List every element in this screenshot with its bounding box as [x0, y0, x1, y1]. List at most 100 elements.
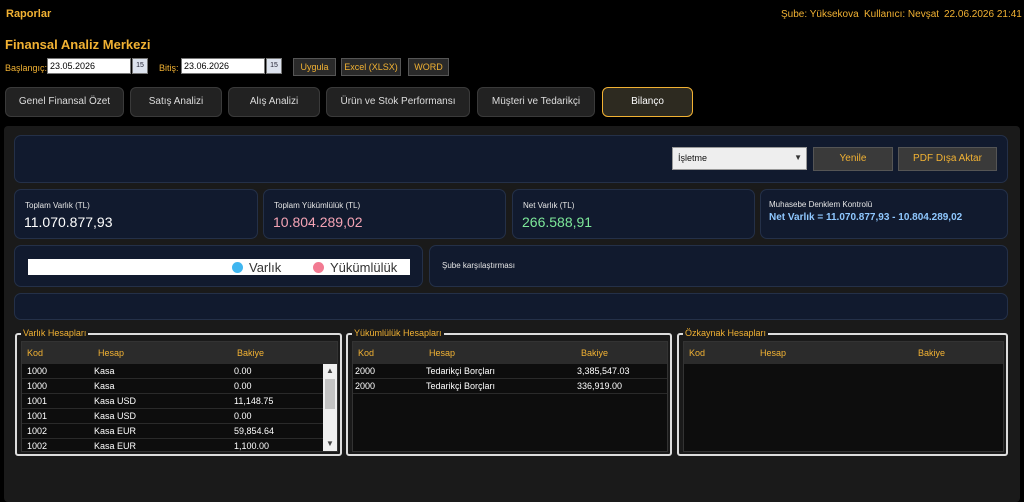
table-row[interactable]: 1002 Kasa EUR 1,100.00	[22, 439, 337, 451]
column-header-code: Kod	[27, 348, 44, 358]
cell-account: Kasa	[94, 366, 115, 376]
equity-group-title: Özkaynak Hesapları	[683, 328, 769, 339]
cell-code: 1002	[27, 426, 48, 436]
branch-compare-panel: Şube karşılaştırması	[429, 245, 1008, 287]
table-row[interactable]: 1000 Kasa 0.00	[22, 379, 337, 394]
total-liabilities-value: 10.804.289,02	[273, 214, 363, 230]
equation-check-label: Muhasebe Denklem Kontrolü	[769, 200, 873, 209]
cell-code: 1001	[27, 396, 48, 406]
kpi-card-total-liabilities: Toplam Yükümlülük (TL) 10.804.289,02	[263, 189, 506, 239]
scroll-up-arrow-icon[interactable]: ▲	[323, 364, 337, 378]
asset-legend-label: Varlık	[249, 260, 282, 275]
cell-code: 1002	[27, 441, 48, 451]
kpi-card-total-assets: Toplam Varlık (TL) 11.070.877,93	[14, 189, 258, 239]
tab-product-stock[interactable]: Ürün ve Stok Performansı	[326, 87, 470, 117]
table-row[interactable]: 1001 Kasa USD 11,148.75	[22, 394, 337, 409]
word-export-button[interactable]: WORD	[408, 58, 449, 76]
cell-balance: 11,148.75	[234, 396, 274, 406]
end-calendar-icon[interactable]: 15	[266, 58, 282, 74]
scrollbar-thumb[interactable]	[325, 379, 335, 409]
scope-select[interactable]: İşletme ▼	[672, 147, 807, 170]
app-title: Raporlar	[6, 8, 52, 20]
table-row[interactable]: 1002 Kasa EUR 59,854.64	[22, 424, 337, 439]
excel-export-button[interactable]: Excel (XLSX)	[341, 58, 401, 76]
column-header-code: Kod	[689, 348, 706, 358]
cell-code: 1000	[27, 381, 48, 391]
tab-purchase-analysis[interactable]: Alış Analizi	[228, 87, 320, 117]
column-header-balance: Bakiye	[237, 348, 265, 358]
table-header: Kod Hesap Bakiye	[353, 342, 667, 364]
table-row[interactable]: 1001 Kasa USD 0.00	[22, 409, 337, 424]
start-date-label: Başlangıç:	[5, 63, 48, 73]
equity-group: Özkaynak Hesapları Kod Hesap Bakiye	[677, 328, 1008, 456]
net-assets-value: 266.588,91	[522, 214, 593, 230]
cell-account: Tedarikçi Borçları	[426, 381, 496, 391]
assets-group: Varlık Hesapları Kod Hesap Bakiye 1000 K…	[15, 328, 342, 456]
cell-balance: 336,919.00	[577, 381, 623, 391]
branch-info: Şube: Yüksekova	[781, 9, 859, 20]
cell-account: Kasa EUR	[94, 426, 137, 436]
tab-sales-analysis[interactable]: Satış Analizi	[130, 87, 222, 117]
cell-balance: 0.00	[234, 366, 252, 376]
net-assets-label: Net Varlık (TL)	[523, 201, 575, 210]
start-date-field[interactable]: 23.05.2026	[47, 58, 131, 74]
cell-account: Kasa EUR	[94, 441, 137, 451]
table-header: Kod Hesap Bakiye	[684, 342, 1003, 364]
cell-balance: 0.00	[234, 381, 252, 391]
kpi-card-net-assets: Net Varlık (TL) 266.588,91	[512, 189, 755, 239]
cell-code: 2000	[355, 381, 376, 391]
tab-general-summary[interactable]: Genel Finansal Özet	[5, 87, 124, 117]
top-bar: Raporlar Şube: Yüksekova Kullanıcı: Nevş…	[0, 0, 1024, 28]
table-row[interactable]: 2000 Tedarikçi Borçları 3,385,547.03	[353, 364, 667, 379]
column-header-code: Kod	[358, 348, 375, 358]
refresh-button[interactable]: Yenile	[813, 147, 893, 171]
cell-code: 2000	[355, 366, 376, 376]
column-header-account: Hesap	[760, 348, 787, 358]
equity-table[interactable]: Kod Hesap Bakiye	[683, 341, 1004, 452]
column-header-balance: Bakiye	[918, 348, 946, 358]
cell-code: 1000	[27, 366, 48, 376]
start-calendar-icon[interactable]: 15	[132, 58, 148, 74]
pdf-export-button[interactable]: PDF Dışa Aktar	[898, 147, 997, 171]
cell-account: Kasa USD	[94, 411, 137, 421]
kpi-card-equation-check: Muhasebe Denklem Kontrolü Net Varlık = 1…	[760, 189, 1008, 239]
scope-select-value: İşletme	[678, 153, 708, 163]
asset-legend-dot-icon	[232, 262, 243, 273]
assets-group-title: Varlık Hesapları	[21, 328, 89, 339]
table-row[interactable]: 2000 Tedarikçi Borçları 336,919.00	[353, 379, 667, 394]
total-assets-value: 11.070.877,93	[24, 214, 113, 230]
cell-account: Kasa USD	[94, 396, 137, 406]
user-info: Kullanıcı: Nevşat	[864, 9, 940, 20]
column-header-balance: Bakiye	[581, 348, 609, 358]
datetime-info: 22.06.2026 21:41	[944, 9, 1022, 20]
assets-table[interactable]: Kod Hesap Bakiye 1000 Kasa 0.00 1000 Kas…	[21, 341, 338, 452]
cell-code: 1001	[27, 411, 48, 421]
liabilities-table[interactable]: Kod Hesap Bakiye 2000 Tedarikçi Borçları…	[352, 341, 668, 452]
chart-legend: Varlık Yükümlülük	[28, 259, 410, 275]
tab-customer-supplier[interactable]: Müşteri ve Tedarikçi	[477, 87, 595, 117]
cell-balance: 59,854.64	[234, 426, 275, 436]
total-assets-label: Toplam Varlık (TL)	[25, 201, 90, 210]
liabilities-group-title: Yükümlülük Hesapları	[352, 328, 444, 339]
info-strip-panel	[14, 293, 1008, 320]
apply-button[interactable]: Uygula	[293, 58, 336, 76]
cell-balance: 0.00	[234, 411, 252, 421]
liabilities-group: Yükümlülük Hesapları Kod Hesap Bakiye 20…	[346, 328, 672, 456]
table-row[interactable]: 1000 Kasa 0.00	[22, 364, 337, 379]
column-header-account: Hesap	[98, 348, 125, 358]
branch-compare-label: Şube karşılaştırması	[442, 261, 515, 270]
column-header-account: Hesap	[429, 348, 456, 358]
end-date-field[interactable]: 23.06.2026	[181, 58, 265, 74]
cell-account: Kasa	[94, 381, 115, 391]
scrollbar-header-spacer	[323, 342, 337, 364]
liability-legend-dot-icon	[313, 262, 324, 273]
assets-scrollbar[interactable]: ▲ ▼	[323, 342, 337, 451]
equation-check-value: Net Varlık = 11.070.877,93 - 10.804.289,…	[769, 212, 963, 223]
scroll-down-arrow-icon[interactable]: ▼	[323, 437, 337, 451]
tab-balance-sheet[interactable]: Bilanço	[602, 87, 693, 117]
end-date-label: Bitiş:	[159, 63, 179, 73]
cell-balance: 1,100.00	[234, 441, 270, 451]
cell-account: Tedarikçi Borçları	[426, 366, 496, 376]
table-header: Kod Hesap Bakiye	[22, 342, 337, 364]
total-liabilities-label: Toplam Yükümlülük (TL)	[274, 201, 361, 210]
